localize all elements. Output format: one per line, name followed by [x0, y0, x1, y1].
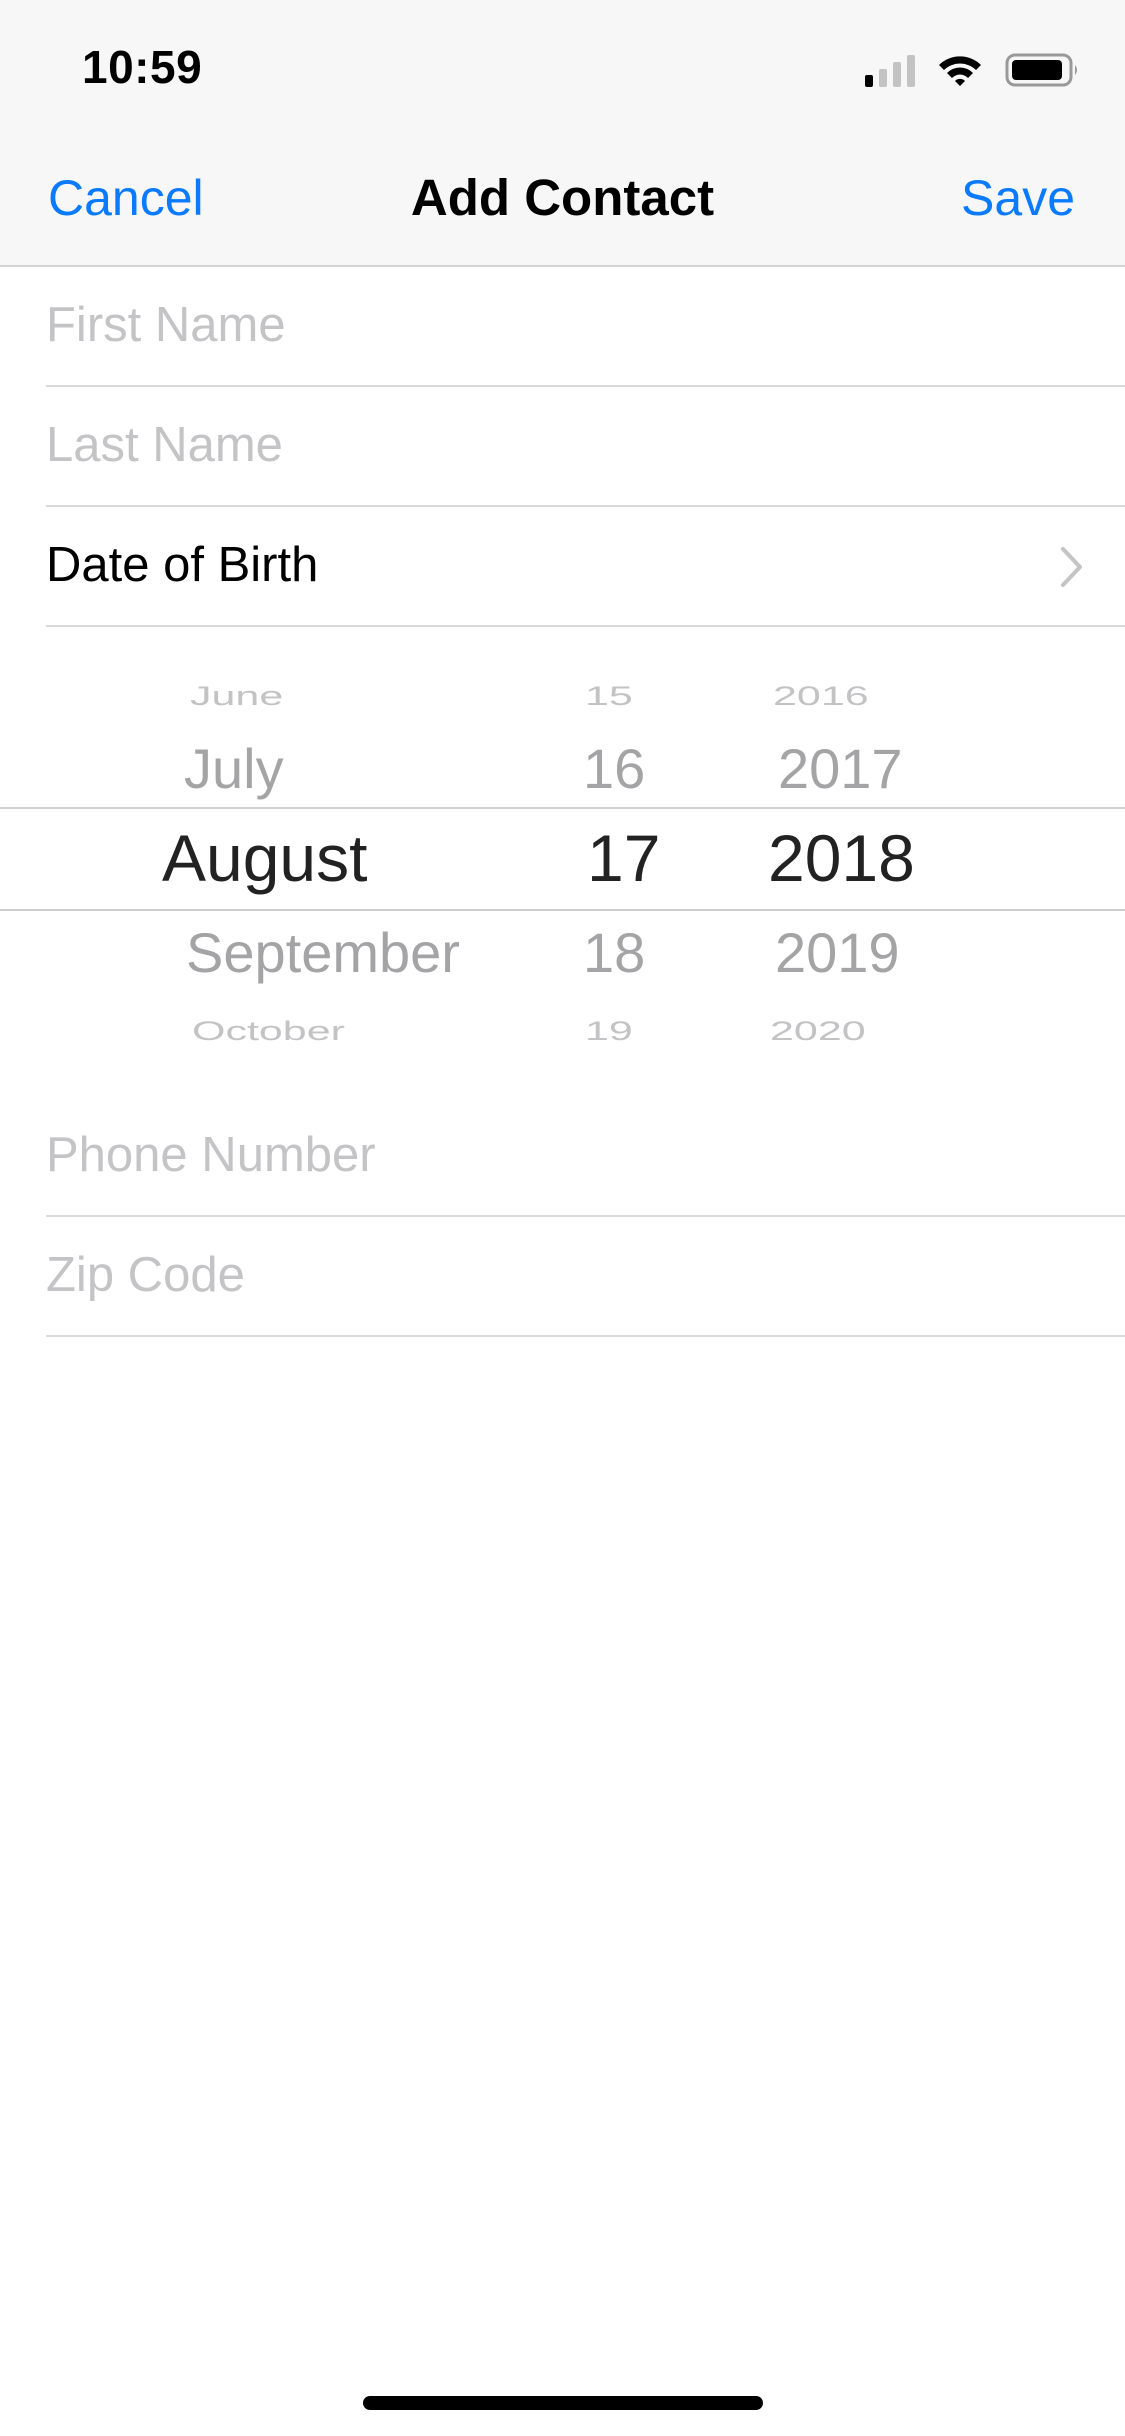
picker-day-item[interactable]: 19	[585, 1018, 633, 1045]
first-name-field[interactable]: First Name	[46, 265, 1125, 387]
battery-icon	[1005, 52, 1081, 88]
picker-day-item[interactable]: 18	[583, 925, 645, 981]
zip-code-field[interactable]: Zip Code	[46, 1215, 1125, 1337]
home-indicator[interactable]	[363, 2396, 763, 2410]
picker-month-item[interactable]: September	[186, 925, 460, 981]
date-of-birth-label: Date of Birth	[46, 538, 319, 592]
save-button[interactable]: Save	[961, 170, 1075, 226]
picker-day-item[interactable]: 15	[585, 683, 633, 710]
picker-day-item[interactable]: 16	[583, 741, 645, 797]
top-bar: 10:59 Cancel Add Contact Save	[0, 0, 1125, 267]
picker-year-item[interactable]: 2020	[770, 1018, 866, 1045]
wifi-icon	[937, 53, 983, 87]
picker-year-item[interactable]: 2017	[778, 741, 903, 797]
add-contact-screen: 10:59 Cancel Add Contact Save First Name…	[0, 0, 1125, 2436]
picker-year-item[interactable]: 2016	[773, 683, 869, 710]
last-name-field[interactable]: Last Name	[46, 385, 1125, 507]
phone-number-placeholder: Phone Number	[46, 1128, 376, 1182]
status-time: 10:59	[82, 41, 203, 93]
phone-number-field[interactable]: Phone Number	[46, 1095, 1125, 1217]
zip-code-placeholder: Zip Code	[46, 1248, 245, 1302]
page-title: Add Contact	[410, 169, 715, 226]
date-picker[interactable]: June July August September October 15 16…	[0, 625, 1125, 1095]
status-icons	[865, 50, 1081, 90]
last-name-placeholder: Last Name	[46, 418, 283, 472]
picker-month-item[interactable]: July	[184, 741, 284, 797]
picker-month-item[interactable]: October	[192, 1018, 345, 1045]
picker-month-item[interactable]: June	[190, 683, 283, 710]
picker-year-selected[interactable]: 2018	[768, 825, 915, 891]
picker-month-selected[interactable]: August	[162, 825, 367, 891]
first-name-placeholder: First Name	[46, 298, 286, 352]
picker-year-item[interactable]: 2019	[775, 925, 900, 981]
cellular-signal-icon	[865, 53, 915, 87]
date-of-birth-row[interactable]: Date of Birth	[46, 505, 1125, 627]
picker-day-selected[interactable]: 17	[587, 825, 660, 891]
chevron-right-icon	[1059, 545, 1085, 594]
